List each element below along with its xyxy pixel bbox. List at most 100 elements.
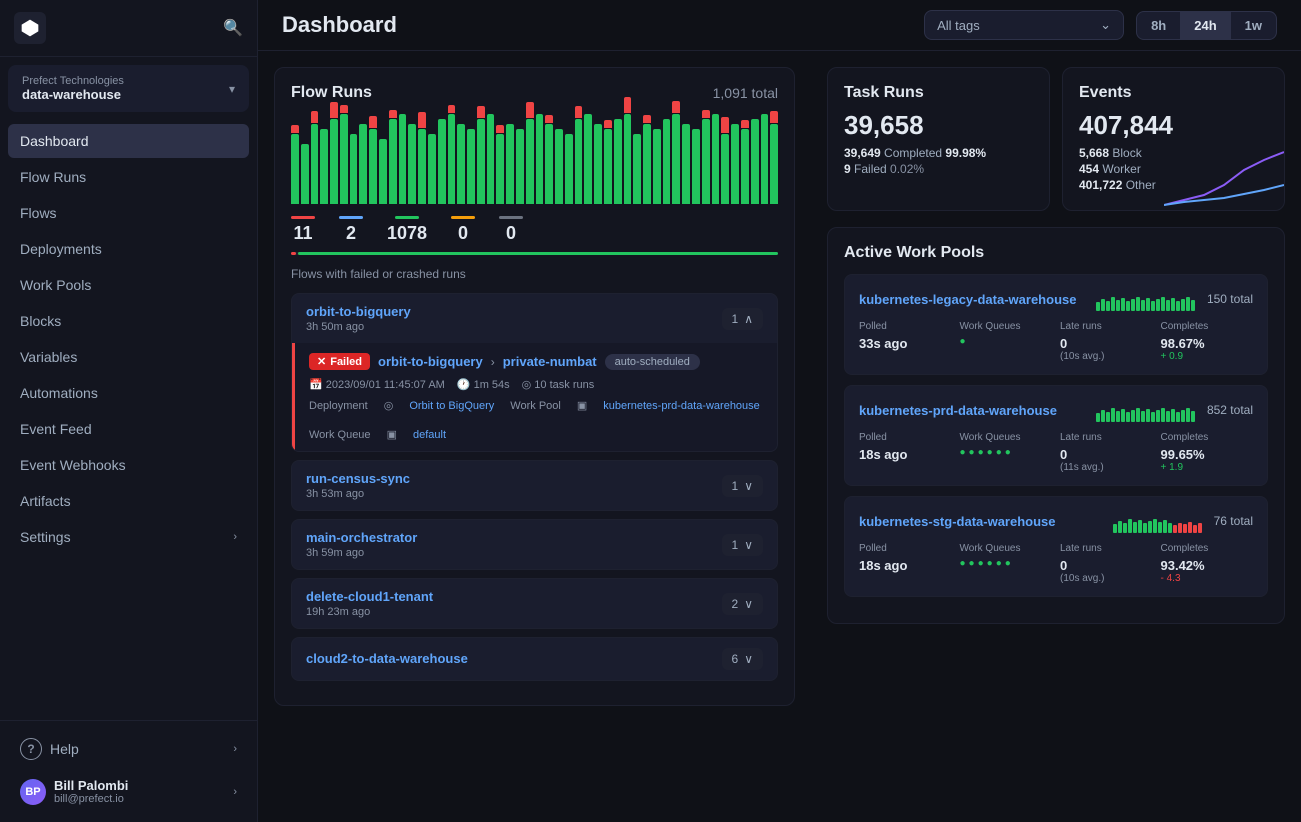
sidebar-item-deployments[interactable]: Deployments <box>8 232 249 266</box>
events-card: Events 407,844 5,668 Block 454 Worker 40… <box>1062 67 1285 211</box>
pool-late: Late runs 0 (10s avg.) <box>1060 321 1153 362</box>
time-24h-button[interactable]: 24h <box>1180 12 1230 39</box>
flow-item-orchestrator-header[interactable]: main-orchestrator 3h 59m ago 1 ∨ <box>292 520 777 569</box>
pool-bar-red <box>1198 523 1202 533</box>
pool-bar-green <box>1156 299 1160 311</box>
bar-green <box>594 124 602 204</box>
sidebar-item-work-pools[interactable]: Work Pools <box>8 268 249 302</box>
flow-item-delete-header[interactable]: delete-cloud1-tenant 19h 23m ago 2 ∨ <box>292 579 777 628</box>
run-tasks: ◎ 10 task runs <box>522 378 595 391</box>
sidebar-item-automations[interactable]: Automations <box>8 376 249 410</box>
deployment-link[interactable]: Orbit to BigQuery <box>409 400 494 412</box>
sidebar-item-event-feed[interactable]: Event Feed <box>8 412 249 446</box>
queue-dots: ● ● ● ● ● ● <box>960 447 1053 458</box>
tags-selector[interactable]: All tags ⌄ <box>924 10 1124 40</box>
nav-list: Dashboard Flow Runs Flows Deployments Wo… <box>0 120 257 720</box>
pool-bar-green <box>1136 408 1140 422</box>
user-profile-button[interactable]: BP Bill Palombi bill@prefect.io › <box>8 769 249 814</box>
bar-group <box>369 116 377 204</box>
flow-item-cloud2-header[interactable]: cloud2-to-data-warehouse 6 ∨ <box>292 638 777 680</box>
bar-group <box>359 124 367 204</box>
pool-bar-green <box>1171 409 1175 422</box>
pool-bar-green <box>1176 412 1180 422</box>
pool-bar-green <box>1168 523 1172 533</box>
chevron-down-icon: ∨ <box>744 538 753 552</box>
run-subflow-name[interactable]: private-numbat <box>503 354 597 369</box>
bar-green <box>731 124 739 204</box>
pool-bar-green <box>1131 410 1135 422</box>
workspace-info: Prefect Technologies data-warehouse <box>22 75 221 102</box>
search-button[interactable]: 🔍 <box>223 18 243 38</box>
bar-red <box>496 125 504 133</box>
bar-green <box>672 114 680 204</box>
pool-stats: Polled 33s ago Work Queues ● Late runs 0 <box>859 321 1253 362</box>
task-runs-title: Task Runs <box>844 84 1033 102</box>
sidebar-item-artifacts[interactable]: Artifacts <box>8 484 249 518</box>
pool-bar-green <box>1138 520 1142 533</box>
help-button[interactable]: ? Help › <box>8 729 249 769</box>
time-8h-button[interactable]: 8h <box>1137 12 1180 39</box>
flow-runs-chart <box>291 114 778 204</box>
pool-bar-green <box>1123 523 1127 533</box>
flow-runs-header: Flow Runs 1,091 total <box>291 84 778 102</box>
bar-green <box>448 114 456 204</box>
flow-item-census-header[interactable]: run-census-sync 3h 53m ago 1 ∨ <box>292 461 777 510</box>
bar-group <box>526 102 534 204</box>
pool-bar-green <box>1181 299 1185 311</box>
workspace-selector[interactable]: Prefect Technologies data-warehouse ▾ <box>8 65 249 112</box>
failed-indicator <box>291 216 315 219</box>
bar-green <box>682 124 690 204</box>
bar-green <box>487 114 495 204</box>
flow-item-orbit-header[interactable]: orbit-to-bigquery 3h 50m ago 1 ∧ <box>292 294 777 343</box>
sidebar-item-blocks[interactable]: Blocks <box>8 304 249 338</box>
events-total: 407,844 <box>1079 112 1268 138</box>
bar-group <box>702 110 710 204</box>
failed-badge: ✕ Failed <box>309 353 370 370</box>
flow-expand-badge[interactable]: 6 ∨ <box>722 648 763 670</box>
sidebar-item-flow-runs[interactable]: Flow Runs <box>8 160 249 194</box>
pool-bar-green <box>1121 298 1125 311</box>
time-1w-button[interactable]: 1w <box>1231 12 1276 39</box>
sidebar-item-dashboard[interactable]: Dashboard <box>8 124 249 158</box>
bar-green <box>496 134 504 204</box>
bar-group <box>643 115 651 204</box>
flow-item-orchestrator: main-orchestrator 3h 59m ago 1 ∨ <box>291 519 778 570</box>
run-flow-name[interactable]: orbit-to-bigquery <box>378 354 483 369</box>
bar-group <box>751 119 759 204</box>
bar-group <box>477 106 485 204</box>
bar-green <box>653 129 661 204</box>
pending-count: 0 <box>458 223 468 244</box>
flow-expand-badge[interactable]: 1 ∨ <box>722 475 763 497</box>
bar-green <box>359 124 367 204</box>
work-queue-link[interactable]: default <box>413 429 446 441</box>
bar-group <box>408 124 416 204</box>
bar-green <box>692 129 700 204</box>
sidebar-item-event-webhooks[interactable]: Event Webhooks <box>8 448 249 482</box>
bar-green <box>408 124 416 204</box>
pool-name[interactable]: kubernetes-prd-data-warehouse <box>859 403 1057 418</box>
arrow-icon: › <box>491 355 495 369</box>
flow-expand-badge[interactable]: 1 ∧ <box>722 308 763 330</box>
bar-green <box>350 134 358 204</box>
pool-name[interactable]: kubernetes-stg-data-warehouse <box>859 514 1056 529</box>
bar-red <box>741 120 749 128</box>
bar-group <box>448 105 456 204</box>
flow-expand-badge[interactable]: 2 ∨ <box>722 593 763 615</box>
stat-other: 0 <box>499 216 523 244</box>
stat-pending: 0 <box>451 216 475 244</box>
flow-expand-badge[interactable]: 1 ∨ <box>722 534 763 556</box>
bar-group <box>301 144 309 204</box>
pool-name[interactable]: kubernetes-legacy-data-warehouse <box>859 292 1076 307</box>
pool-mini-bars <box>1113 509 1202 533</box>
pool-header: kubernetes-prd-data-warehouse 852 total <box>859 398 1253 422</box>
other-count: 0 <box>506 223 516 244</box>
work-pool-link[interactable]: kubernetes-prd-data-warehouse <box>603 400 760 412</box>
sidebar-item-variables[interactable]: Variables <box>8 340 249 374</box>
pool-bar-green <box>1113 524 1117 533</box>
sidebar-item-settings[interactable]: Settings › <box>8 520 249 554</box>
bar-group <box>575 106 583 204</box>
bar-green <box>457 124 465 204</box>
flow-name: cloud2-to-data-warehouse <box>306 651 722 666</box>
sidebar-item-flows[interactable]: Flows <box>8 196 249 230</box>
events-mini-chart <box>1164 150 1284 210</box>
